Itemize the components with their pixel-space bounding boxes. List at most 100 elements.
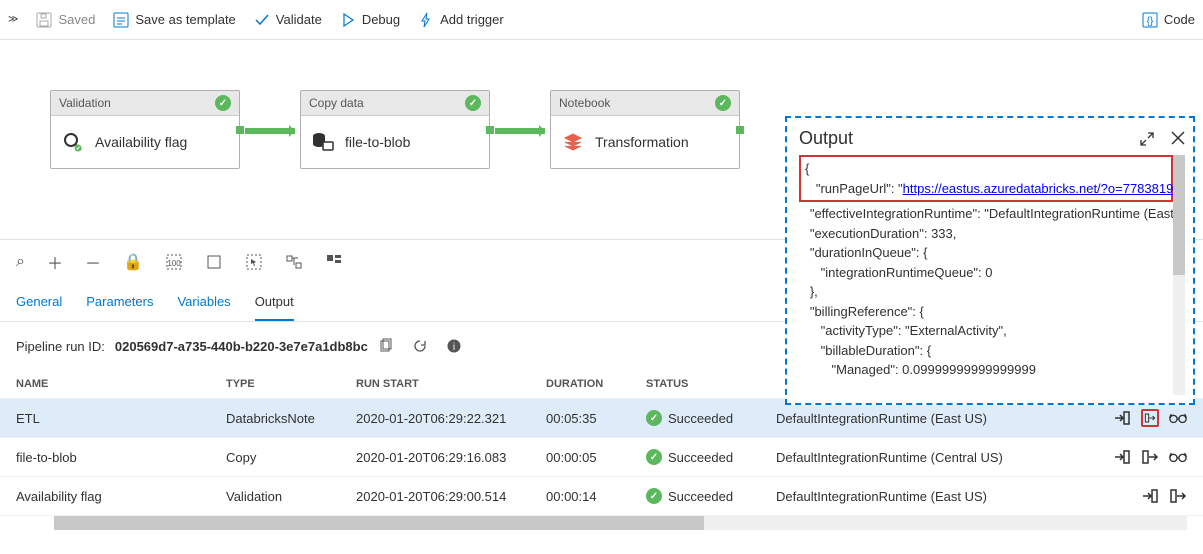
highlighted-json-section: { "runPageUrl": "https://eastus.azuredat… — [799, 155, 1173, 202]
debug-label: Debug — [362, 12, 400, 27]
info-icon[interactable]: i — [446, 338, 462, 354]
cell-duration: 00:00:05 — [546, 450, 646, 465]
saved-label: Saved — [58, 12, 95, 27]
align-tool-icon[interactable] — [285, 253, 303, 271]
run-id-label: Pipeline run ID: — [16, 339, 105, 354]
input-icon[interactable] — [1141, 487, 1159, 505]
output-icon[interactable] — [1141, 409, 1159, 427]
details-glasses-icon[interactable] — [1169, 448, 1187, 466]
col-start-header: RUN START — [356, 378, 546, 390]
input-icon[interactable] — [1113, 448, 1131, 466]
success-status-icon: ✓ — [715, 95, 731, 111]
activity-name-label: file-to-blob — [345, 134, 410, 150]
cell-actions — [1097, 409, 1187, 427]
search-tool-icon[interactable]: ⌕ — [16, 253, 25, 271]
fit-tool-icon[interactable]: 100 — [165, 253, 183, 271]
close-icon[interactable] — [1171, 131, 1185, 147]
add-trigger-button[interactable]: Add trigger — [418, 12, 504, 28]
lightning-icon — [418, 12, 434, 28]
top-toolbar: ≫ Saved Save as template Validate Debug … — [0, 0, 1203, 40]
databricks-icon — [561, 130, 585, 154]
col-type-header: TYPE — [226, 378, 356, 390]
activity-type-label: Notebook — [559, 96, 610, 110]
output-icon[interactable] — [1169, 487, 1187, 505]
add-tool-icon[interactable]: ＋ — [47, 250, 63, 274]
cell-name: Availability flag — [16, 489, 226, 504]
code-label: Code — [1164, 12, 1195, 27]
fullscreen-tool-icon[interactable] — [205, 253, 223, 271]
output-json-body: { "runPageUrl": "https://eastus.azuredat… — [799, 155, 1185, 395]
col-name-header: NAME — [16, 378, 226, 390]
save-as-template-label: Save as template — [135, 12, 235, 27]
success-status-icon: ✓ — [646, 449, 662, 465]
activity-availability-flag[interactable]: Validation✓Availability flag — [50, 90, 240, 169]
play-icon — [340, 12, 356, 28]
json-line: }, — [799, 282, 1173, 302]
activity-type-label: Copy data — [309, 96, 364, 110]
input-icon[interactable] — [1113, 409, 1131, 427]
success-status-icon: ✓ — [465, 95, 481, 111]
saved-indicator: Saved — [36, 12, 95, 28]
cell-status: ✓Succeeded — [646, 410, 776, 426]
activity-connector — [495, 128, 545, 134]
details-glasses-icon[interactable] — [1169, 409, 1187, 427]
cell-runtime: DefaultIntegrationRuntime (Central US) — [776, 450, 1097, 465]
table-row[interactable]: file-to-blobCopy2020-01-20T06:29:16.0830… — [0, 438, 1203, 477]
cell-name: file-to-blob — [16, 450, 226, 465]
layout-tool-icon[interactable] — [325, 253, 343, 271]
expand-chevron-icon[interactable]: ≫ — [8, 14, 18, 25]
output-icon[interactable] — [1141, 448, 1159, 466]
validate-label: Validate — [276, 12, 322, 27]
debug-button[interactable]: Debug — [340, 12, 400, 28]
activity-name-label: Transformation — [595, 134, 689, 150]
json-line: "billingReference": { — [799, 302, 1173, 322]
activity-transformation[interactable]: Notebook ✓ Transformation — [550, 90, 740, 169]
cell-actions — [1097, 487, 1187, 505]
json-line: "durationInQueue": { — [799, 243, 1173, 263]
database-icon — [311, 130, 335, 154]
lock-tool-icon[interactable]: 🔒 — [123, 252, 143, 272]
activity-connector — [245, 128, 295, 134]
expand-icon[interactable] — [1139, 131, 1155, 147]
json-line: "integrationRuntimeQueue": 0 — [799, 263, 1173, 283]
cell-actions — [1097, 448, 1187, 466]
add-trigger-label: Add trigger — [440, 12, 504, 27]
col-status-header: STATUS — [646, 378, 776, 390]
run-id-value: 020569d7-a735-440b-b220-3e7e7a1db8bc — [115, 339, 368, 354]
tab-variables[interactable]: Variables — [177, 284, 230, 321]
run-page-url-link[interactable]: https://eastus.azuredatabricks.net/?o=77… — [903, 181, 1185, 196]
tab-parameters[interactable]: Parameters — [86, 284, 153, 321]
validate-button[interactable]: Validate — [254, 12, 322, 28]
activity-name-label: Availability flag — [95, 134, 187, 150]
horizontal-scrollbar[interactable] — [54, 516, 1187, 530]
refresh-icon[interactable] — [412, 338, 428, 354]
cell-status: ✓Succeeded — [646, 449, 776, 465]
col-duration-header: DURATION — [546, 378, 646, 390]
tab-output[interactable]: Output — [255, 284, 294, 321]
activity-file-to-blob[interactable]: Copy data ✓ file-to-blob — [300, 90, 490, 169]
tab-general[interactable]: General — [16, 284, 62, 321]
connector-handle[interactable] — [486, 126, 494, 134]
cell-type: Copy — [226, 450, 356, 465]
cell-name: ETL — [16, 411, 226, 426]
output-scrollbar[interactable] — [1173, 155, 1185, 395]
remove-tool-icon[interactable]: － — [85, 250, 101, 274]
save-as-template-button[interactable]: Save as template — [113, 12, 235, 28]
cell-run-start: 2020-01-20T06:29:22.321 — [356, 411, 546, 426]
output-panel-title: Output — [799, 128, 853, 149]
success-status-icon: ✓ — [646, 488, 662, 504]
json-line: "executionDuration": 333, — [799, 224, 1173, 244]
template-icon — [113, 12, 129, 28]
output-panel: Output { "runPageUrl": "https://eastus.a… — [785, 116, 1195, 405]
connector-handle[interactable] — [736, 126, 744, 134]
table-row[interactable]: Availability flagValidation2020-01-20T06… — [0, 477, 1203, 516]
cell-type: Validation — [226, 489, 356, 504]
copy-icon[interactable] — [378, 338, 394, 354]
connector-handle[interactable] — [236, 126, 244, 134]
check-icon — [254, 12, 270, 28]
cell-duration: 00:05:35 — [546, 411, 646, 426]
select-tool-icon[interactable] — [245, 253, 263, 271]
cell-status: ✓Succeeded — [646, 488, 776, 504]
cell-duration: 00:00:14 — [546, 489, 646, 504]
code-button[interactable]: {} Code — [1142, 12, 1195, 28]
